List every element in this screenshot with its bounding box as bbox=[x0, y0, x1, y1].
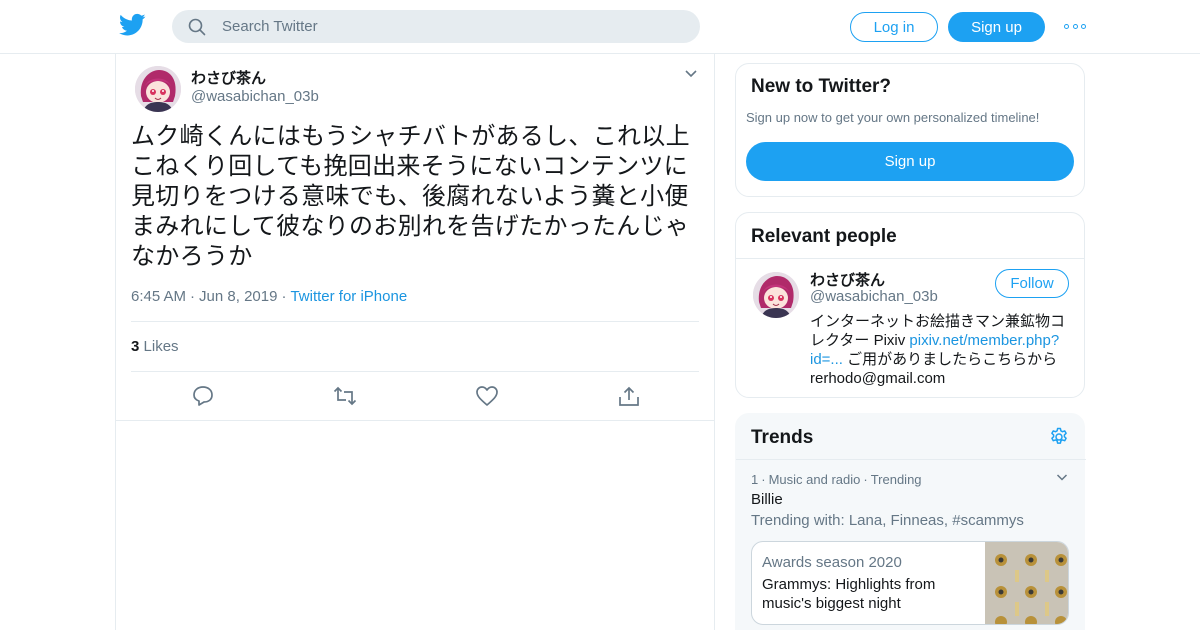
separator-dot: · bbox=[863, 472, 868, 487]
separator-dot: · bbox=[761, 472, 766, 487]
avatar[interactable] bbox=[753, 272, 799, 318]
tweet-date[interactable]: Jun 8, 2019 bbox=[199, 288, 277, 305]
follow-button[interactable]: Follow bbox=[995, 269, 1069, 298]
card-title: Trends bbox=[751, 427, 814, 448]
card-subtitle: Sign up now to get your own personalized… bbox=[746, 110, 1040, 125]
divider bbox=[736, 459, 1086, 460]
trends-card: Trends 1 · Music and radio · Trending Billie… bbox=[735, 413, 1086, 630]
likes-count[interactable]: 3 Likes bbox=[131, 338, 179, 355]
top-bar: Log in Sign up bbox=[0, 0, 1200, 54]
person-handle[interactable]: @wasabichan_03b bbox=[810, 288, 938, 305]
sidebar-signup-button[interactable]: Sign up bbox=[746, 142, 1074, 181]
avatar[interactable] bbox=[135, 66, 181, 112]
person-bio: インターネットお絵描きマン兼鉱物コレクター Pixiv pixiv.net/me… bbox=[810, 312, 1072, 388]
trend-rank: 1 bbox=[751, 472, 759, 487]
tweet-meta: 6:45 AM · Jun 8, 2019 · Twitter for iPhone bbox=[131, 288, 407, 305]
twitter-bird-logo-icon[interactable] bbox=[119, 13, 146, 37]
signup-button[interactable]: Sign up bbox=[948, 12, 1045, 42]
tweet-time[interactable]: 6:45 AM bbox=[131, 288, 186, 305]
chevron-down-icon[interactable] bbox=[684, 69, 698, 79]
card-title: New to Twitter? bbox=[751, 76, 892, 97]
trend-related: Trending with: Lana, Finneas, #scammys bbox=[751, 512, 1024, 529]
author-name[interactable]: わさび茶ん bbox=[191, 67, 266, 88]
avatar-illustration bbox=[753, 272, 799, 318]
author-handle[interactable]: @wasabichan_03b bbox=[191, 88, 319, 105]
reply-icon[interactable] bbox=[191, 385, 215, 407]
dot bbox=[1064, 23, 1069, 29]
main-column: わさび茶ん @wasabichan_03b ムク崎くんにはもうシャチバトがあるし… bbox=[115, 54, 715, 630]
chevron-down-icon[interactable] bbox=[1056, 473, 1068, 482]
moment-thumbnail bbox=[985, 542, 1068, 624]
divider bbox=[131, 371, 699, 372]
relevant-people-card: Relevant people わさび茶ん @wasabichan_03b Fo… bbox=[735, 212, 1085, 398]
divider bbox=[736, 258, 1084, 259]
like-icon[interactable] bbox=[475, 385, 499, 407]
tweet-source-link[interactable]: Twitter for iPhone bbox=[290, 288, 407, 305]
new-to-twitter-card: New to Twitter? Sign up now to get your … bbox=[735, 63, 1085, 197]
search-input[interactable] bbox=[222, 10, 682, 43]
share-icon[interactable] bbox=[617, 385, 641, 407]
likes-label: Likes bbox=[143, 338, 179, 355]
moment-title: Grammys: Highlights from music's biggest… bbox=[762, 576, 936, 612]
person-name[interactable]: わさび茶ん bbox=[810, 269, 885, 290]
bio-text: ご用がありましたらこちらから rerhodo@gmail.com bbox=[810, 351, 1058, 387]
trend-category: Music and radio bbox=[768, 472, 861, 487]
likes-number: 3 bbox=[131, 338, 140, 355]
trend-name[interactable]: Billie bbox=[751, 491, 783, 508]
gear-icon[interactable] bbox=[1049, 427, 1069, 447]
trend-status: Trending bbox=[870, 472, 922, 487]
dot bbox=[1081, 23, 1086, 29]
separator-dot: · bbox=[281, 288, 287, 305]
login-button[interactable]: Log in bbox=[850, 12, 938, 42]
moment-category: Awards season 2020 bbox=[762, 554, 902, 571]
avatar-illustration bbox=[135, 66, 181, 112]
search-bar[interactable] bbox=[172, 10, 700, 43]
search-icon bbox=[188, 18, 206, 36]
retweet-icon[interactable] bbox=[333, 385, 357, 407]
moment-card[interactable]: Awards season 2020 Grammys: Highlights f… bbox=[751, 541, 1069, 625]
dot bbox=[1072, 23, 1078, 29]
card-title: Relevant people bbox=[751, 226, 897, 247]
tweet-text: ムク崎くんにはもうシャチバトがあるし、これ以上こねくり回しても挽回出来そうにない… bbox=[131, 123, 690, 270]
tweet-card: わさび茶ん @wasabichan_03b ムク崎くんにはもうシャチバトがあるし… bbox=[116, 54, 714, 421]
trend-meta: 1 · Music and radio · Trending bbox=[751, 472, 922, 487]
more-options-icon[interactable] bbox=[1064, 18, 1086, 34]
divider bbox=[131, 321, 699, 322]
separator-dot: · bbox=[190, 288, 196, 305]
